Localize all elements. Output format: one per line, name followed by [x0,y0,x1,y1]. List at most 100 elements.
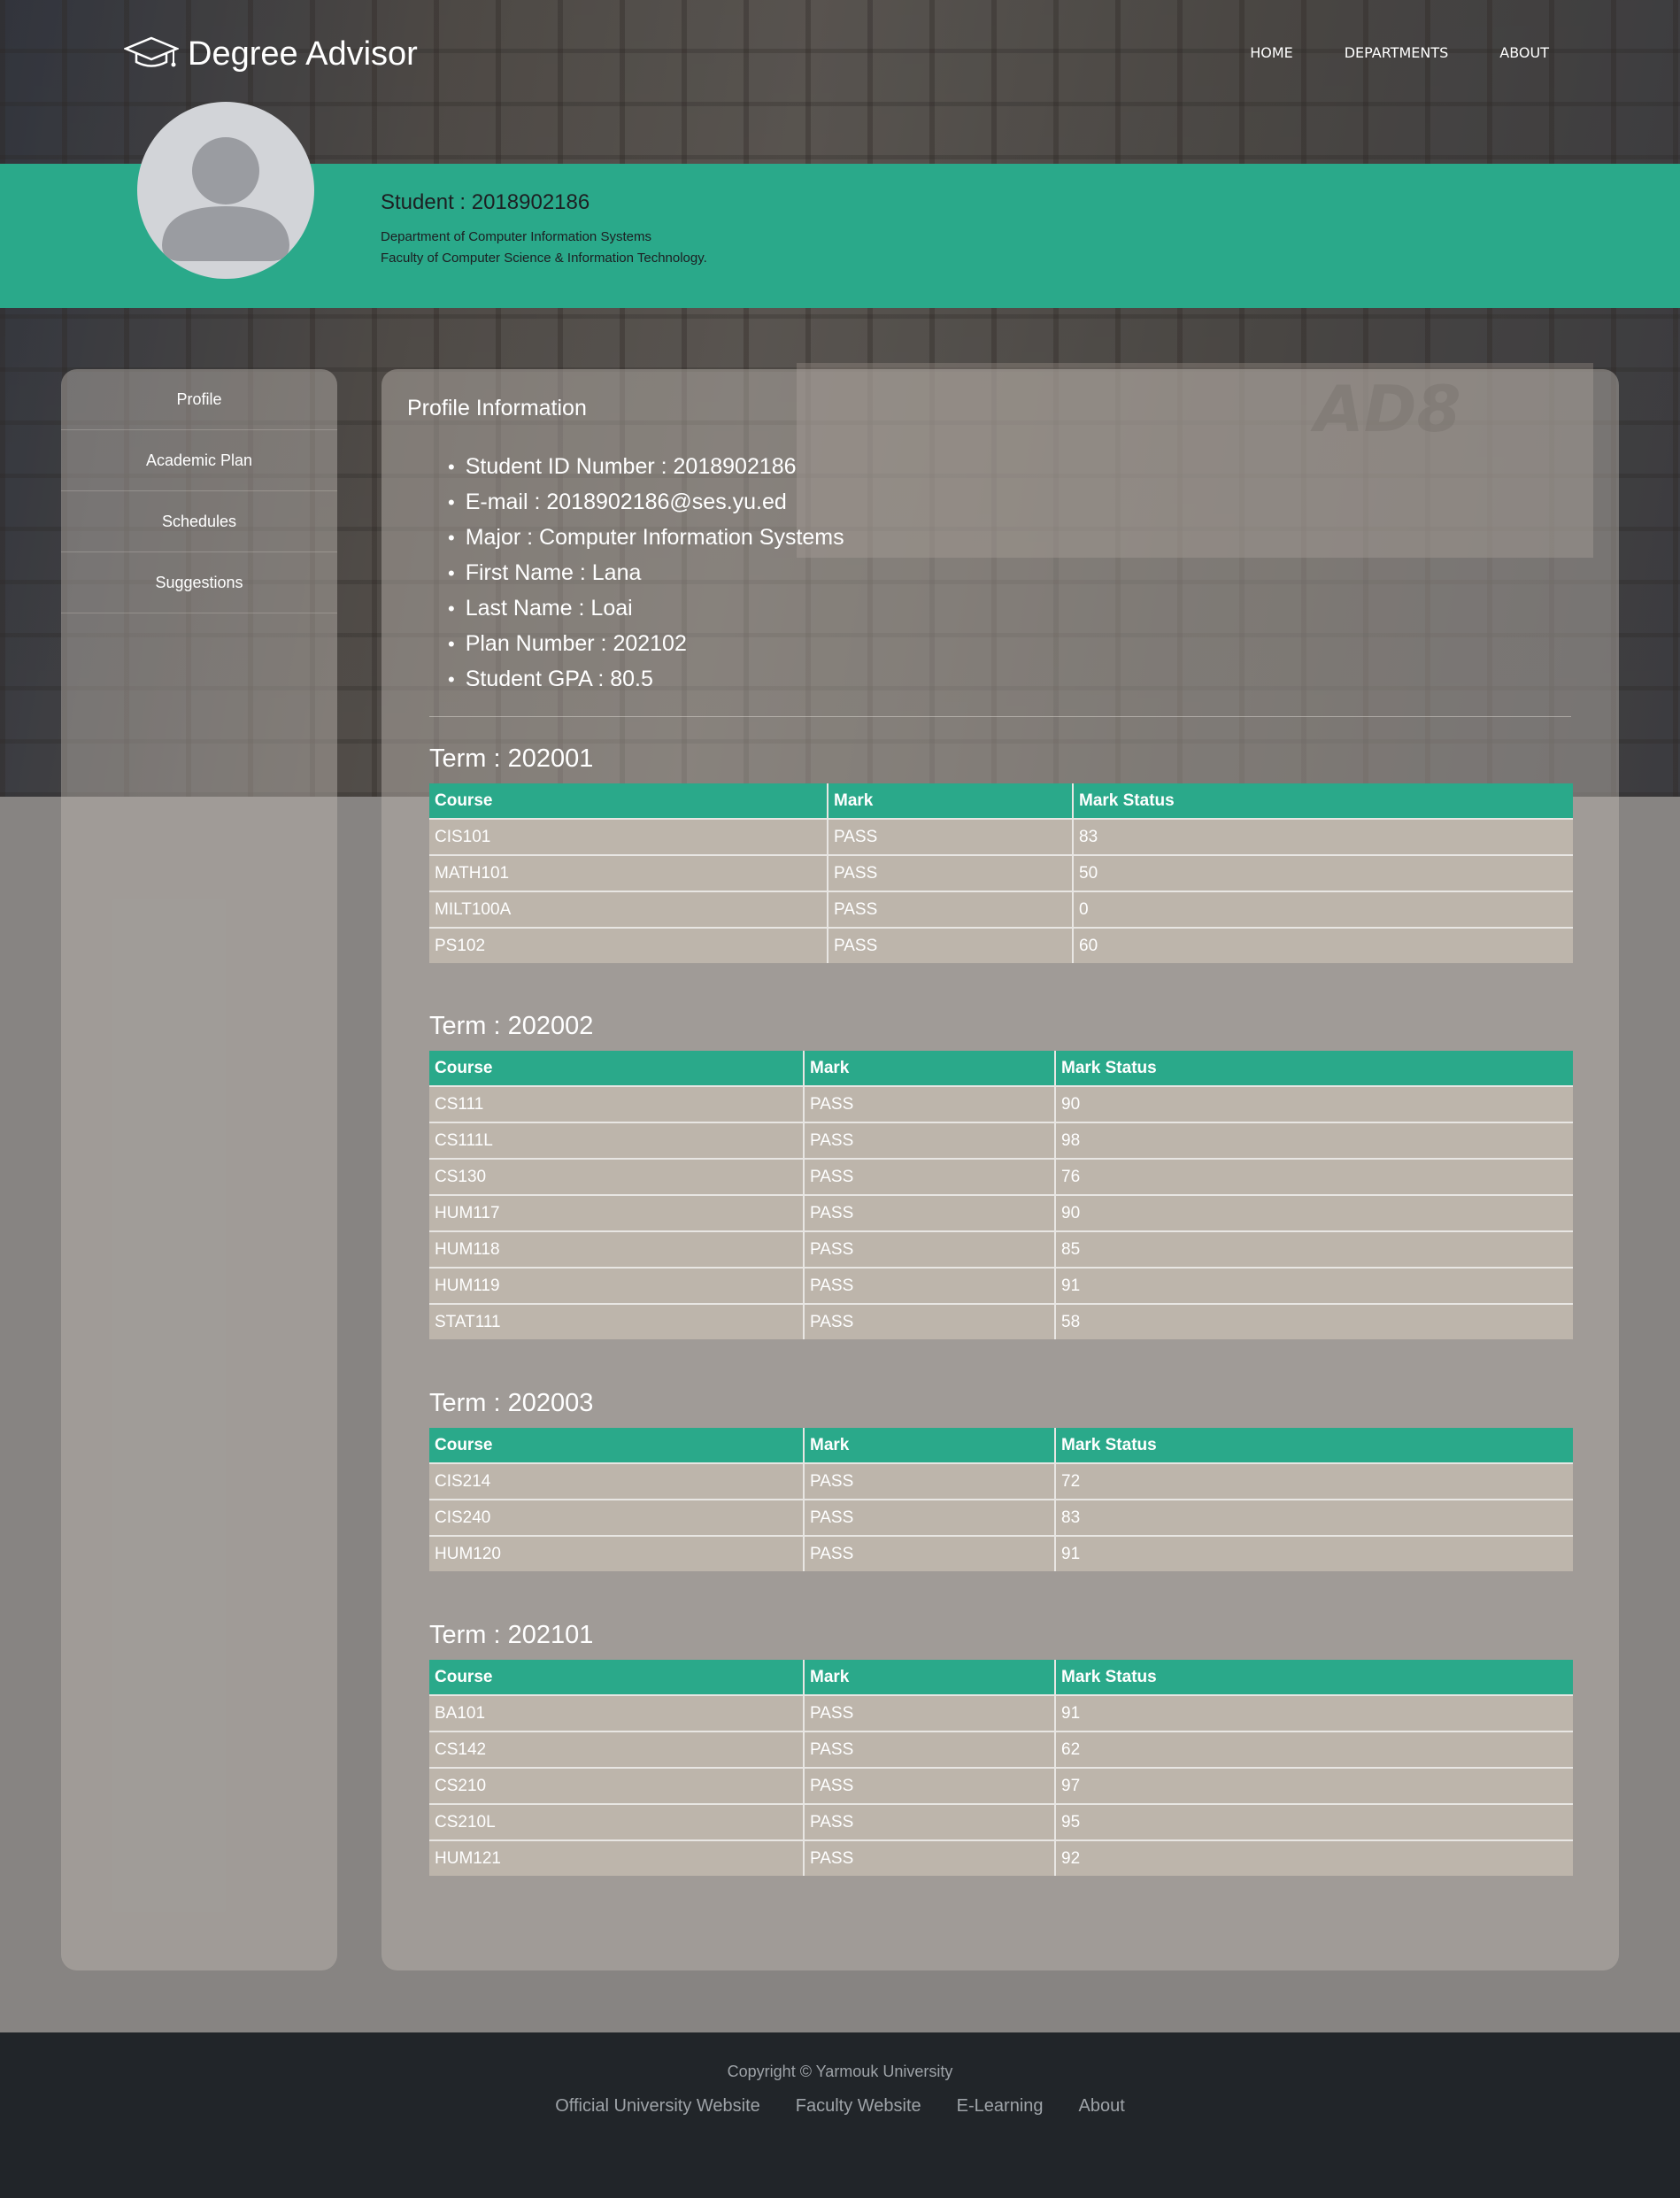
table-row: MILT100A PASS 0 [429,891,1573,928]
course-cell: STAT111 [429,1303,805,1339]
course-cell: CS142 [429,1731,805,1768]
nav-departments-link[interactable]: DEPARTMENTS [1345,44,1449,61]
mark-status-cell: 91 [1055,1535,1573,1571]
mark-status-cell: 90 [1055,1085,1573,1122]
footer-link-about[interactable]: About [1079,2096,1125,2117]
course-cell: BA101 [429,1694,805,1731]
profile-first-name: First Name : Lana [448,555,844,590]
brand-link[interactable]: Degree Advisor [122,32,418,76]
nav-home-link[interactable]: HOME [1250,44,1293,61]
course-cell: CS210 [429,1767,805,1804]
profile-card: Profile Information Student ID Number : … [381,369,1619,1970]
course-cell: MILT100A [429,891,828,928]
term-block: Term : 202003 Course Mark Mark Status CI… [429,1384,1573,1571]
profile-gpa: Student GPA : 80.5 [448,661,844,697]
mark-status-cell: 95 [1055,1803,1573,1840]
course-cell: HUM118 [429,1230,805,1268]
sidebar-item-profile[interactable]: Profile [61,369,337,430]
mark-cell: PASS [828,927,1074,963]
profile-heading: Profile Information [407,396,587,420]
mark-cell: PASS [804,1535,1056,1571]
footer-link-elearning[interactable]: E-Learning [957,2096,1044,2117]
term-title: Term : 202101 [429,1621,594,1649]
table-row: CIS214 PASS 72 [429,1462,1573,1500]
course-cell: CS210L [429,1803,805,1840]
course-cell: HUM120 [429,1535,805,1571]
term-title: Term : 202003 [429,1389,594,1417]
course-cell: CS111L [429,1122,805,1159]
mark-status-cell: 98 [1055,1122,1573,1159]
course-cell: CIS240 [429,1499,805,1536]
table-row: HUM117 PASS 90 [429,1194,1573,1231]
profile-student-id: Student ID Number : 2018902186 [448,449,844,484]
table-row: STAT111 PASS 58 [429,1303,1573,1339]
footer-copyright: Copyright © Yarmouk University [727,2063,953,2080]
column-header-mark: Mark [804,1051,1056,1086]
mark-cell: PASS [804,1122,1056,1159]
mark-status-cell: 62 [1055,1731,1573,1768]
mark-cell: PASS [804,1499,1056,1536]
mark-status-cell: 0 [1073,891,1573,928]
mark-cell: PASS [804,1230,1056,1268]
mark-cell: PASS [804,1267,1056,1304]
profile-plan-number: Plan Number : 202102 [448,626,844,661]
mark-status-cell: 76 [1055,1158,1573,1195]
table-row: CS111L PASS 98 [429,1122,1573,1159]
column-header-mark-status: Mark Status [1055,1051,1573,1086]
mark-cell: PASS [804,1194,1056,1231]
sidebar: Profile Academic Plan Schedules Suggesti… [61,369,337,1970]
mark-cell: PASS [804,1731,1056,1768]
table-row: CIS240 PASS 83 [429,1499,1573,1536]
mark-status-cell: 72 [1055,1462,1573,1500]
mark-cell: PASS [804,1085,1056,1122]
profile-last-name: Last Name : Loai [448,590,844,626]
term-title: Term : 202002 [429,1012,594,1040]
course-cell: HUM117 [429,1194,805,1231]
table-row: MATH101 PASS 50 [429,854,1573,891]
mark-cell: PASS [804,1839,1056,1876]
brand-title: Degree Advisor [188,35,418,73]
mark-status-cell: 97 [1055,1767,1573,1804]
sidebar-item-suggestions[interactable]: Suggestions [61,552,337,613]
table-header-row: Course Mark Mark Status [429,1051,1573,1086]
mark-cell: PASS [828,891,1074,928]
profile-email: E-mail : 2018902186@ses.yu.ed [448,484,844,520]
student-title: Student : 2018902186 [381,190,590,214]
term-title: Term : 202001 [429,744,594,773]
grades-table: Course Mark Mark Status CIS101 PASS 83 M… [429,783,1573,963]
term-block: Term : 202002 Course Mark Mark Status CS… [429,1006,1573,1339]
mark-cell: PASS [804,1303,1056,1339]
mark-status-cell: 50 [1073,854,1573,891]
nav-about-link[interactable]: ABOUT [1499,44,1549,61]
footer-link-university[interactable]: Official University Website [555,2096,760,2117]
sidebar-item-schedules[interactable]: Schedules [61,491,337,552]
mark-cell: PASS [828,854,1074,891]
sidebar-item-academic-plan[interactable]: Academic Plan [61,430,337,491]
table-row: HUM119 PASS 91 [429,1267,1573,1304]
table-row: PS102 PASS 60 [429,927,1573,963]
table-row: CS210 PASS 97 [429,1767,1573,1804]
mark-cell: PASS [804,1803,1056,1840]
table-row: HUM121 PASS 92 [429,1839,1573,1876]
column-header-course: Course [429,1051,805,1086]
column-header-mark: Mark [804,1428,1056,1463]
grades-table: Course Mark Mark Status CIS214 PASS 72 C… [429,1428,1573,1571]
mark-cell: PASS [804,1694,1056,1731]
column-header-course: Course [429,783,828,819]
table-row: HUM118 PASS 85 [429,1230,1573,1268]
mark-status-cell: 85 [1055,1230,1573,1268]
course-cell: CS130 [429,1158,805,1195]
footer-link-faculty[interactable]: Faculty Website [796,2096,921,2117]
grades-table: Course Mark Mark Status BA101 PASS 91 CS… [429,1660,1573,1876]
table-row: BA101 PASS 91 [429,1694,1573,1731]
mark-cell: PASS [804,1767,1056,1804]
course-cell: HUM121 [429,1839,805,1876]
mark-cell: PASS [804,1462,1056,1500]
mark-status-cell: 91 [1055,1694,1573,1731]
column-header-mark: Mark [828,783,1074,819]
profile-info-list: Student ID Number : 2018902186 E-mail : … [448,449,844,697]
table-row: CS210L PASS 95 [429,1803,1573,1840]
nav-links: HOME DEPARTMENTS ABOUT [1250,44,1549,61]
course-cell: CIS214 [429,1462,805,1500]
column-header-mark-status: Mark Status [1055,1660,1573,1695]
